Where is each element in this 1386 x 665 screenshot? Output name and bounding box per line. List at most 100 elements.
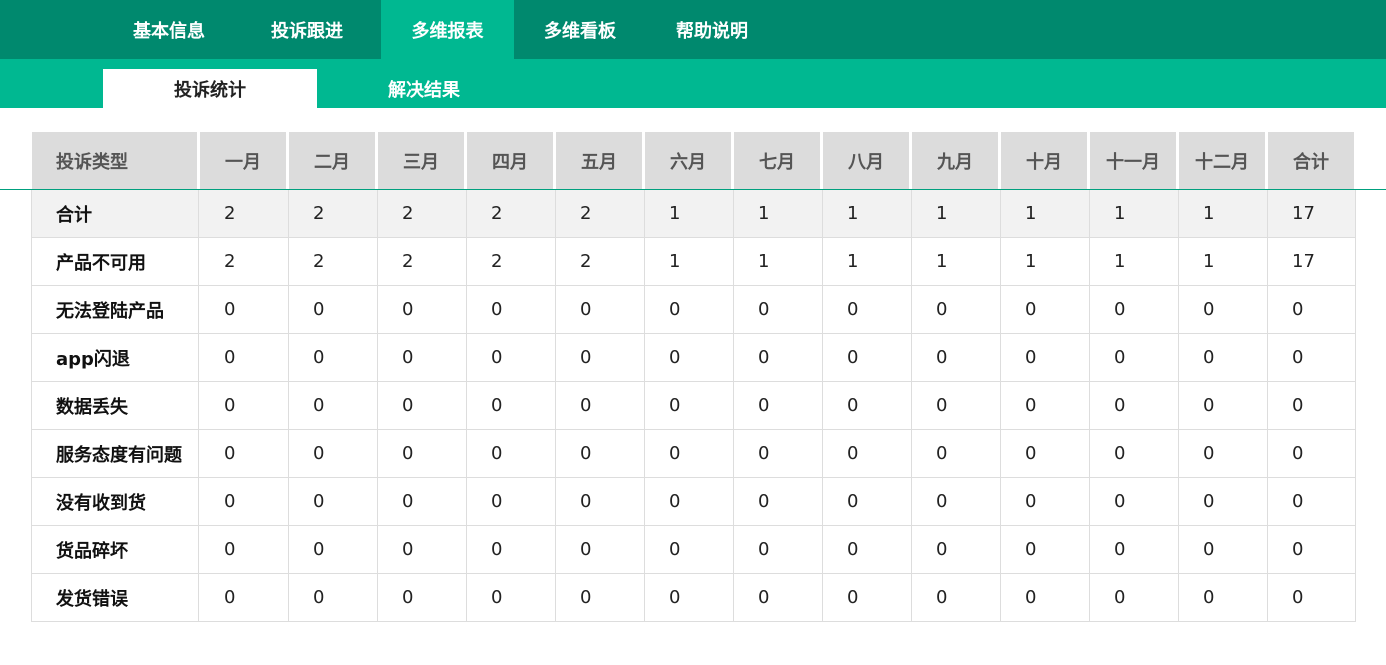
header-month-10: 十月 bbox=[1001, 132, 1087, 189]
month-value: 0 bbox=[912, 478, 1001, 525]
month-value: 0 bbox=[1001, 430, 1090, 477]
month-value: 0 bbox=[823, 478, 912, 525]
tab-multidim-report[interactable]: 多维报表 bbox=[381, 0, 514, 59]
row-label: 服务态度有问题 bbox=[32, 430, 199, 477]
subtab-resolution-results[interactable]: 解决结果 bbox=[317, 69, 531, 108]
table-row: app闪退 0 0 0 0 0 0 0 0 0 0 0 0 0 bbox=[32, 334, 1355, 382]
month-value: 0 bbox=[200, 478, 289, 525]
header-total: 合计 bbox=[1268, 132, 1354, 189]
row-total-value: 0 bbox=[1292, 587, 1304, 608]
month-value: 0 bbox=[289, 526, 378, 573]
month-value: 0 bbox=[1001, 286, 1090, 333]
month-value: 0 bbox=[378, 382, 467, 429]
month-value: 0 bbox=[823, 334, 912, 381]
row-total-value: 0 bbox=[1292, 443, 1304, 464]
month-value: 1 bbox=[1001, 190, 1090, 237]
tab-multidim-board[interactable]: 多维看板 bbox=[514, 0, 646, 59]
month-value: 0 bbox=[289, 334, 378, 381]
table-row-total: 合计 2 2 2 2 2 1 1 1 1 1 1 1 17 bbox=[32, 190, 1355, 238]
month-value: 2 bbox=[200, 238, 289, 285]
month-value: 0 bbox=[200, 382, 289, 429]
header-month-2: 二月 bbox=[289, 132, 375, 189]
tab-help[interactable]: 帮助说明 bbox=[646, 0, 778, 59]
month-value: 0 bbox=[1179, 526, 1268, 573]
month-value: 0 bbox=[734, 430, 823, 477]
month-value: 2 bbox=[556, 190, 645, 237]
row-label: 没有收到货 bbox=[32, 478, 199, 525]
month-value: 0 bbox=[1179, 382, 1268, 429]
month-value: 0 bbox=[378, 430, 467, 477]
month-value: 0 bbox=[289, 478, 378, 525]
month-value: 1 bbox=[734, 190, 823, 237]
header-month-3: 三月 bbox=[378, 132, 464, 189]
month-value: 0 bbox=[912, 286, 1001, 333]
row-total-value: 17 bbox=[1292, 203, 1315, 224]
table-row: 产品不可用 2 2 2 2 2 1 1 1 1 1 1 1 17 bbox=[32, 238, 1355, 286]
month-value: 0 bbox=[200, 334, 289, 381]
month-value: 0 bbox=[200, 286, 289, 333]
month-value: 0 bbox=[912, 430, 1001, 477]
month-value: 0 bbox=[200, 430, 289, 477]
month-value: 0 bbox=[645, 286, 734, 333]
month-value: 0 bbox=[378, 478, 467, 525]
month-value: 2 bbox=[289, 238, 378, 285]
month-value: 0 bbox=[1001, 478, 1090, 525]
month-value: 0 bbox=[1090, 382, 1179, 429]
row-total-value: 0 bbox=[1292, 491, 1304, 512]
row-label: 货品碎坏 bbox=[32, 526, 199, 573]
month-value: 0 bbox=[912, 334, 1001, 381]
header-month-7: 七月 bbox=[734, 132, 820, 189]
month-value: 0 bbox=[1090, 286, 1179, 333]
tab-complaint-followup[interactable]: 投诉跟进 bbox=[240, 0, 374, 59]
month-value: 1 bbox=[823, 190, 912, 237]
header-month-6: 六月 bbox=[645, 132, 731, 189]
month-value: 0 bbox=[1090, 334, 1179, 381]
month-value: 2 bbox=[289, 190, 378, 237]
header-month-1: 一月 bbox=[200, 132, 286, 189]
month-value: 0 bbox=[645, 382, 734, 429]
month-value: 0 bbox=[823, 574, 912, 621]
month-value: 0 bbox=[1001, 334, 1090, 381]
month-value: 1 bbox=[645, 238, 734, 285]
month-value: 0 bbox=[378, 286, 467, 333]
month-value: 0 bbox=[1179, 334, 1268, 381]
month-value: 0 bbox=[556, 382, 645, 429]
month-value: 0 bbox=[378, 574, 467, 621]
month-value: 0 bbox=[289, 574, 378, 621]
month-value: 0 bbox=[556, 526, 645, 573]
subtab-complaint-stats[interactable]: 投诉统计 bbox=[103, 69, 317, 108]
row-total-value: 0 bbox=[1292, 299, 1304, 320]
month-value: 0 bbox=[1090, 478, 1179, 525]
month-value: 0 bbox=[1179, 286, 1268, 333]
header-month-11: 十一月 bbox=[1090, 132, 1176, 189]
month-value: 0 bbox=[289, 430, 378, 477]
month-value: 0 bbox=[734, 574, 823, 621]
month-value: 0 bbox=[289, 382, 378, 429]
row-label: app闪退 bbox=[32, 334, 199, 381]
row-label: 数据丢失 bbox=[32, 382, 199, 429]
month-value: 0 bbox=[645, 574, 734, 621]
month-value: 0 bbox=[467, 430, 556, 477]
month-value: 2 bbox=[378, 238, 467, 285]
month-value: 0 bbox=[1001, 382, 1090, 429]
month-value: 0 bbox=[556, 286, 645, 333]
month-value: 2 bbox=[556, 238, 645, 285]
header-month-4: 四月 bbox=[467, 132, 553, 189]
month-value: 0 bbox=[467, 526, 556, 573]
table-row: 服务态度有问题 0 0 0 0 0 0 0 0 0 0 0 0 0 bbox=[32, 430, 1355, 478]
month-value: 0 bbox=[1001, 574, 1090, 621]
month-value: 0 bbox=[1179, 478, 1268, 525]
month-value: 1 bbox=[823, 238, 912, 285]
month-value: 0 bbox=[1090, 526, 1179, 573]
month-value: 0 bbox=[734, 382, 823, 429]
month-value: 0 bbox=[823, 382, 912, 429]
tab-basic-info[interactable]: 基本信息 bbox=[103, 0, 235, 59]
month-value: 0 bbox=[912, 526, 1001, 573]
month-value: 0 bbox=[1179, 574, 1268, 621]
month-value: 2 bbox=[200, 190, 289, 237]
month-value: 1 bbox=[645, 190, 734, 237]
month-value: 0 bbox=[734, 334, 823, 381]
table-row: 货品碎坏 0 0 0 0 0 0 0 0 0 0 0 0 0 bbox=[32, 526, 1355, 574]
header-month-5: 五月 bbox=[556, 132, 642, 189]
header-complaint-type: 投诉类型 bbox=[32, 132, 197, 189]
